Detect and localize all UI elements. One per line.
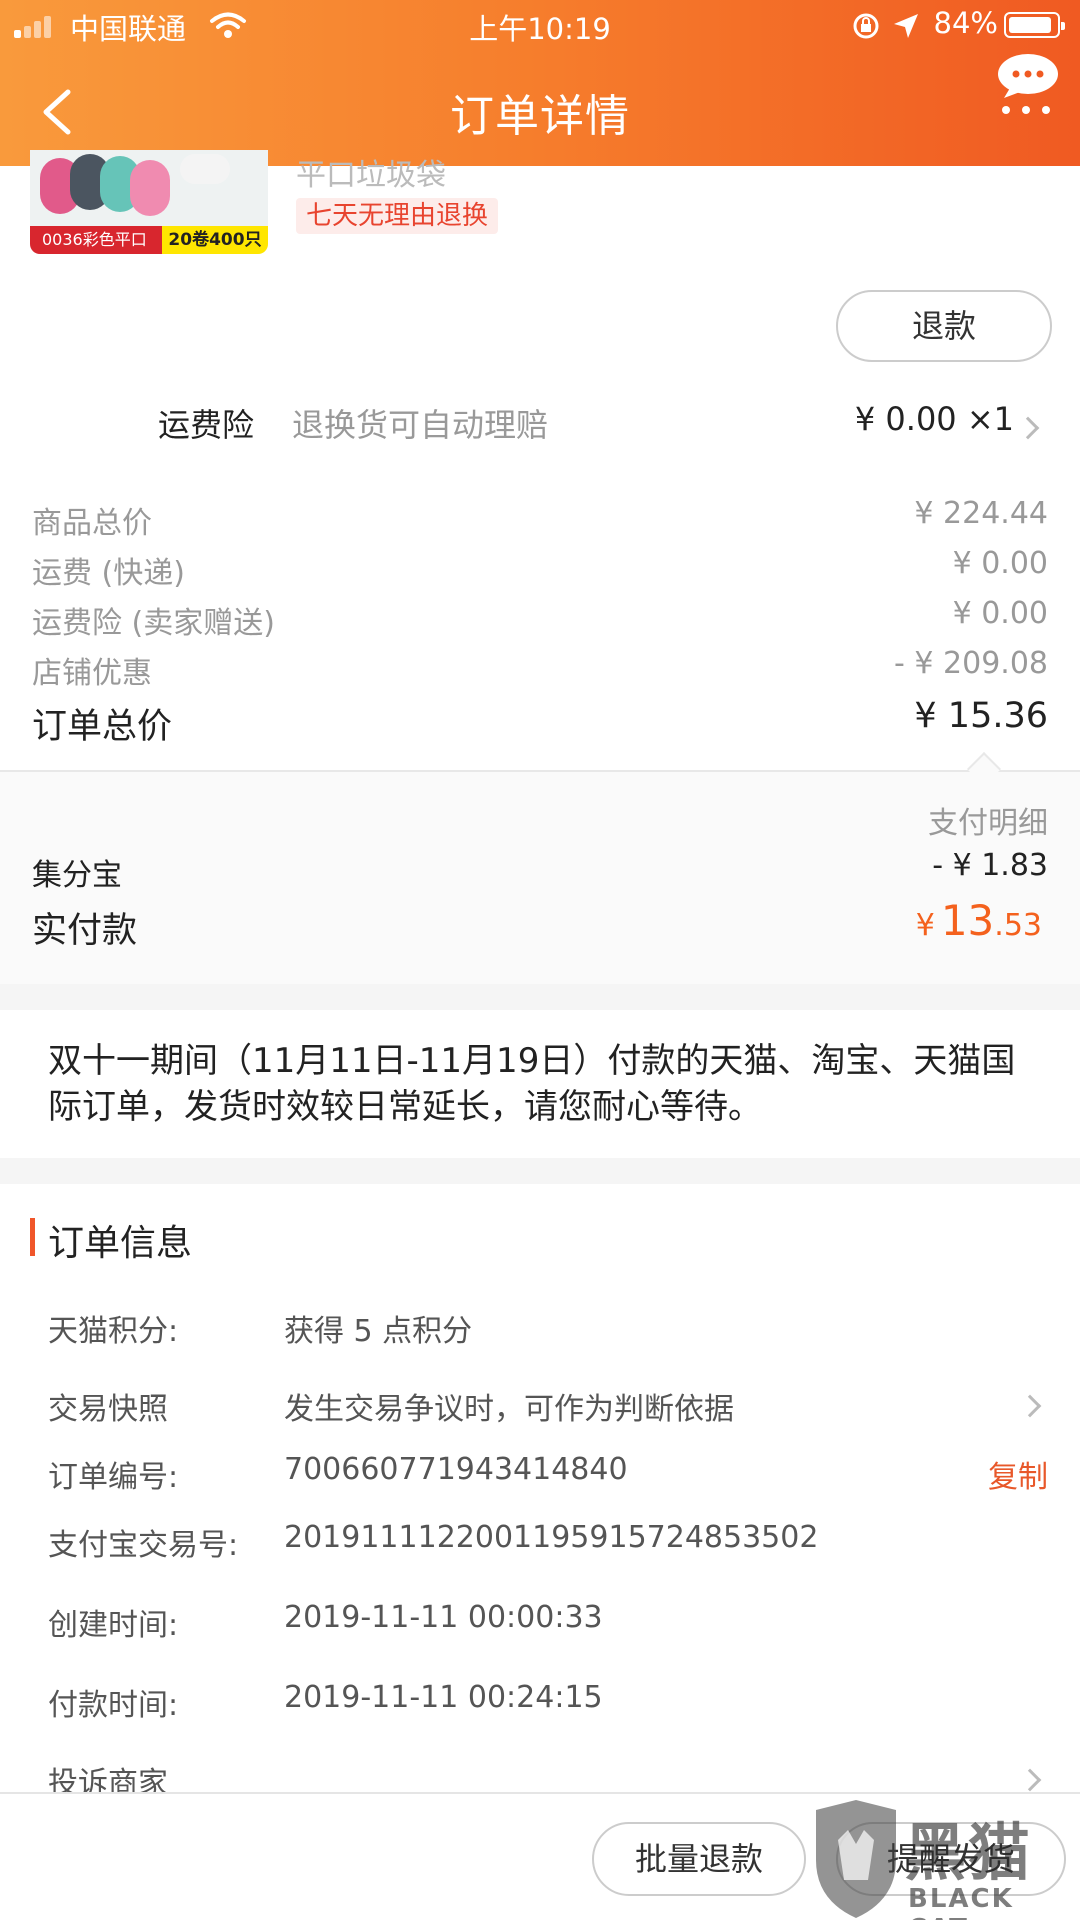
payment-detail-section — [0, 770, 1080, 984]
more-chat-icon[interactable] — [996, 54, 1060, 120]
payment-detail-link[interactable]: 支付明细 — [928, 798, 1048, 842]
paid-amount-label: 实付款 — [32, 911, 138, 951]
section-accent-bar — [30, 1218, 35, 1256]
chevron-right-icon — [1016, 416, 1040, 440]
shipping-fee-value: ¥ 0.00 — [952, 546, 1048, 581]
shipping-delay-notice: 双十一期间（11月11日-11月19日）付款的天猫、淘宝、天猫国际订单，发货时效… — [48, 1041, 1016, 1127]
insurance-gift-value: ¥ 0.00 — [952, 596, 1048, 631]
chevron-right-icon — [1018, 1394, 1042, 1418]
rotation-lock-icon — [853, 13, 879, 39]
paid-amount-value: ¥13.53 — [916, 896, 1042, 945]
goods-total-label: 商品总价 — [32, 506, 152, 541]
paid-time-label: 付款时间: — [48, 1688, 179, 1723]
insurance-value: ¥ 0.00 ×1 — [854, 400, 1014, 438]
paid-decimal: .53 — [994, 908, 1042, 943]
return-policy-badge: 七天无理由退换 — [296, 198, 499, 234]
product-name[interactable]: 平口垃圾袋 — [296, 150, 446, 194]
cat-shield-logo — [816, 1800, 896, 1918]
insurance-gift-label: 运费险 (卖家赠送) — [32, 606, 275, 641]
black-cat-watermark: 黑猫 BLACK CAT — [808, 1800, 1080, 1920]
created-time-label: 创建时间: — [48, 1608, 179, 1643]
goods-total-value: ¥ 224.44 — [914, 496, 1048, 531]
page-title: 订单详情 — [450, 91, 630, 142]
insurance-label: 运费险 — [158, 406, 255, 444]
created-time-value: 2019-11-11 00:00:33 — [284, 1600, 603, 1635]
battery-icon — [1004, 12, 1065, 38]
shipping-fee-label: 运费 (快递) — [32, 556, 185, 591]
watermark-en: BLACK CAT — [908, 1884, 1014, 1920]
alipay-trade-no-value: 2019111122001195915724853502 — [284, 1520, 819, 1555]
watermark-cn: 黑猫 — [904, 1816, 1033, 1889]
location-icon — [894, 14, 918, 38]
copy-button[interactable]: 复制 — [988, 1452, 1048, 1496]
shipping-insurance-row[interactable]: 运费险 退换货可自动理赔 ¥ 0.00 ×1 — [0, 396, 1080, 456]
paid-time-value: 2019-11-11 00:24:15 — [284, 1680, 603, 1715]
app-header: 中国联通 上午10:19 84% 订单详情 — [0, 0, 1080, 166]
order-number-value: 700660771943414840 — [284, 1452, 628, 1487]
order-number-label: 订单编号: — [48, 1460, 179, 1495]
shop-discount-label: 店铺优惠 — [32, 656, 152, 691]
complain-seller-row[interactable]: 投诉商家 — [0, 1752, 1080, 1792]
trade-snapshot-row[interactable]: 交易快照 发生交易争议时，可作为判断依据 — [0, 1370, 1080, 1436]
snapshot-label: 交易快照 — [48, 1392, 168, 1427]
batch-refund-button[interactable]: 批量退款 — [592, 1822, 806, 1896]
shop-discount-value: - ¥ 209.08 — [894, 646, 1048, 681]
order-total-value: ¥ 15.36 — [914, 696, 1048, 736]
alipay-trade-no-label: 支付宝交易号: — [48, 1528, 239, 1563]
insurance-desc: 退换货可自动理赔 — [292, 406, 549, 444]
status-bar: 中国联通 上午10:19 84% — [0, 0, 1080, 52]
product-image[interactable]: 0036彩色平口 20卷400只 — [30, 150, 268, 254]
order-total-label: 订单总价 — [32, 707, 173, 747]
jifenbao-value: - ¥ 1.83 — [932, 848, 1048, 883]
image-tag-red: 0036彩色平口 — [30, 226, 162, 254]
snapshot-value: 发生交易争议时，可作为判断依据 — [284, 1392, 734, 1427]
complain-seller-label: 投诉商家 — [48, 1766, 168, 1792]
paid-integer: 13 — [940, 896, 995, 945]
jifenbao-label: 集分宝 — [32, 858, 122, 893]
battery-percentage: 84% — [933, 6, 998, 40]
chevron-right-icon — [1018, 1768, 1042, 1792]
points-label: 天猫积分: — [48, 1314, 179, 1349]
image-tag-yellow: 20卷400只 — [162, 226, 268, 254]
paid-currency: ¥ — [915, 908, 935, 943]
refund-button[interactable]: 退款 — [836, 290, 1052, 362]
order-info-heading: 订单信息 — [48, 1223, 193, 1264]
points-value: 获得 5 点积分 — [284, 1314, 473, 1349]
